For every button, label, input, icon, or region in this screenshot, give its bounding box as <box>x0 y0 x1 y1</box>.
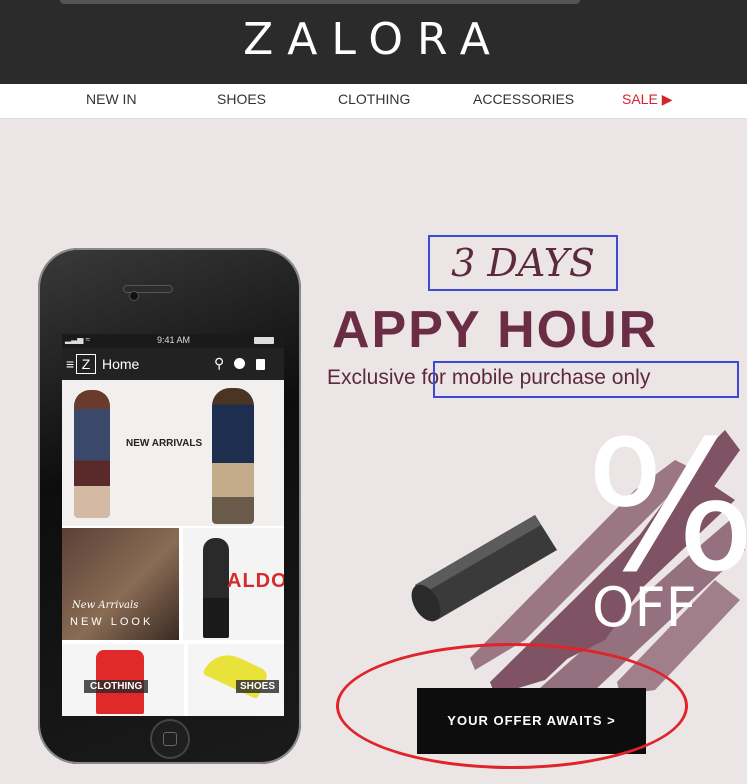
nav-shoes[interactable]: SHOES <box>217 91 266 107</box>
nav-clothing[interactable]: CLOTHING <box>338 91 410 107</box>
model-woman <box>74 390 110 518</box>
battery-icon <box>254 337 274 344</box>
tile-script-new-arrivals: New Arrivals <box>72 600 139 611</box>
tile-label-new-arrivals: NEW ARRIVALS <box>126 438 203 449</box>
menu-icon[interactable]: ≡ <box>66 356 74 372</box>
phone-camera-icon <box>130 292 138 300</box>
aldo-logo: ALDO <box>227 570 284 592</box>
nav-sale[interactable]: SALE ▶ <box>622 91 672 108</box>
zalora-logo[interactable]: ZALORA <box>0 14 747 65</box>
status-time: 9:41 AM <box>157 335 191 345</box>
app-header: ≡ Z Home ⚲ <box>62 348 284 380</box>
globe-icon[interactable] <box>234 358 245 369</box>
tile-label-clothing: CLOTHING <box>84 680 149 693</box>
off-label: OFF <box>592 576 697 639</box>
days-title: 3 DAYS <box>428 235 618 291</box>
main-nav: NEW IN SHOES CLOTHING ACCESSORIES SALE ▶ <box>0 84 747 119</box>
annotation-box-mobile <box>433 361 739 398</box>
top-strip <box>60 0 580 4</box>
subtitle-lead: Exclusive <box>327 366 416 389</box>
nav-accessories[interactable]: ACCESSORIES <box>473 91 574 107</box>
tile-new-look[interactable]: New Arrivals NEW LOOK <box>62 528 179 640</box>
status-bar: ▂▃▅ ≈ 9:41 AM <box>62 334 284 348</box>
annotation-ellipse <box>336 643 688 769</box>
signal-icon: ▂▃▅ ≈ <box>65 335 91 344</box>
tile-aldo[interactable]: ALDO <box>183 528 284 640</box>
tile-new-arrivals[interactable]: NEW ARRIVALS <box>62 380 284 526</box>
home-square-icon <box>163 732 177 746</box>
search-icon[interactable]: ⚲ <box>214 355 224 372</box>
tile-label-shoes: SHOES <box>236 680 280 693</box>
bag-icon[interactable] <box>256 359 265 370</box>
app-title: Home <box>102 356 140 372</box>
aldo-model <box>203 538 229 638</box>
tile-shoes[interactable]: SHOES <box>188 644 284 716</box>
appy-hour-headline: APPY HOUR <box>332 301 659 359</box>
nav-new-in[interactable]: NEW IN <box>86 91 137 107</box>
phone-speaker <box>124 286 172 292</box>
header-bar: ZALORA <box>0 0 747 84</box>
tile-label-new-look: NEW LOOK <box>70 616 154 628</box>
phone-screen: ▂▃▅ ≈ 9:41 AM ≡ Z Home ⚲ NEW ARRIVALS Ne… <box>62 334 284 716</box>
tile-clothing[interactable]: CLOTHING <box>62 644 184 716</box>
phone-home-button[interactable] <box>150 719 190 759</box>
app-logo[interactable]: Z <box>76 354 96 374</box>
model-man <box>212 388 254 524</box>
